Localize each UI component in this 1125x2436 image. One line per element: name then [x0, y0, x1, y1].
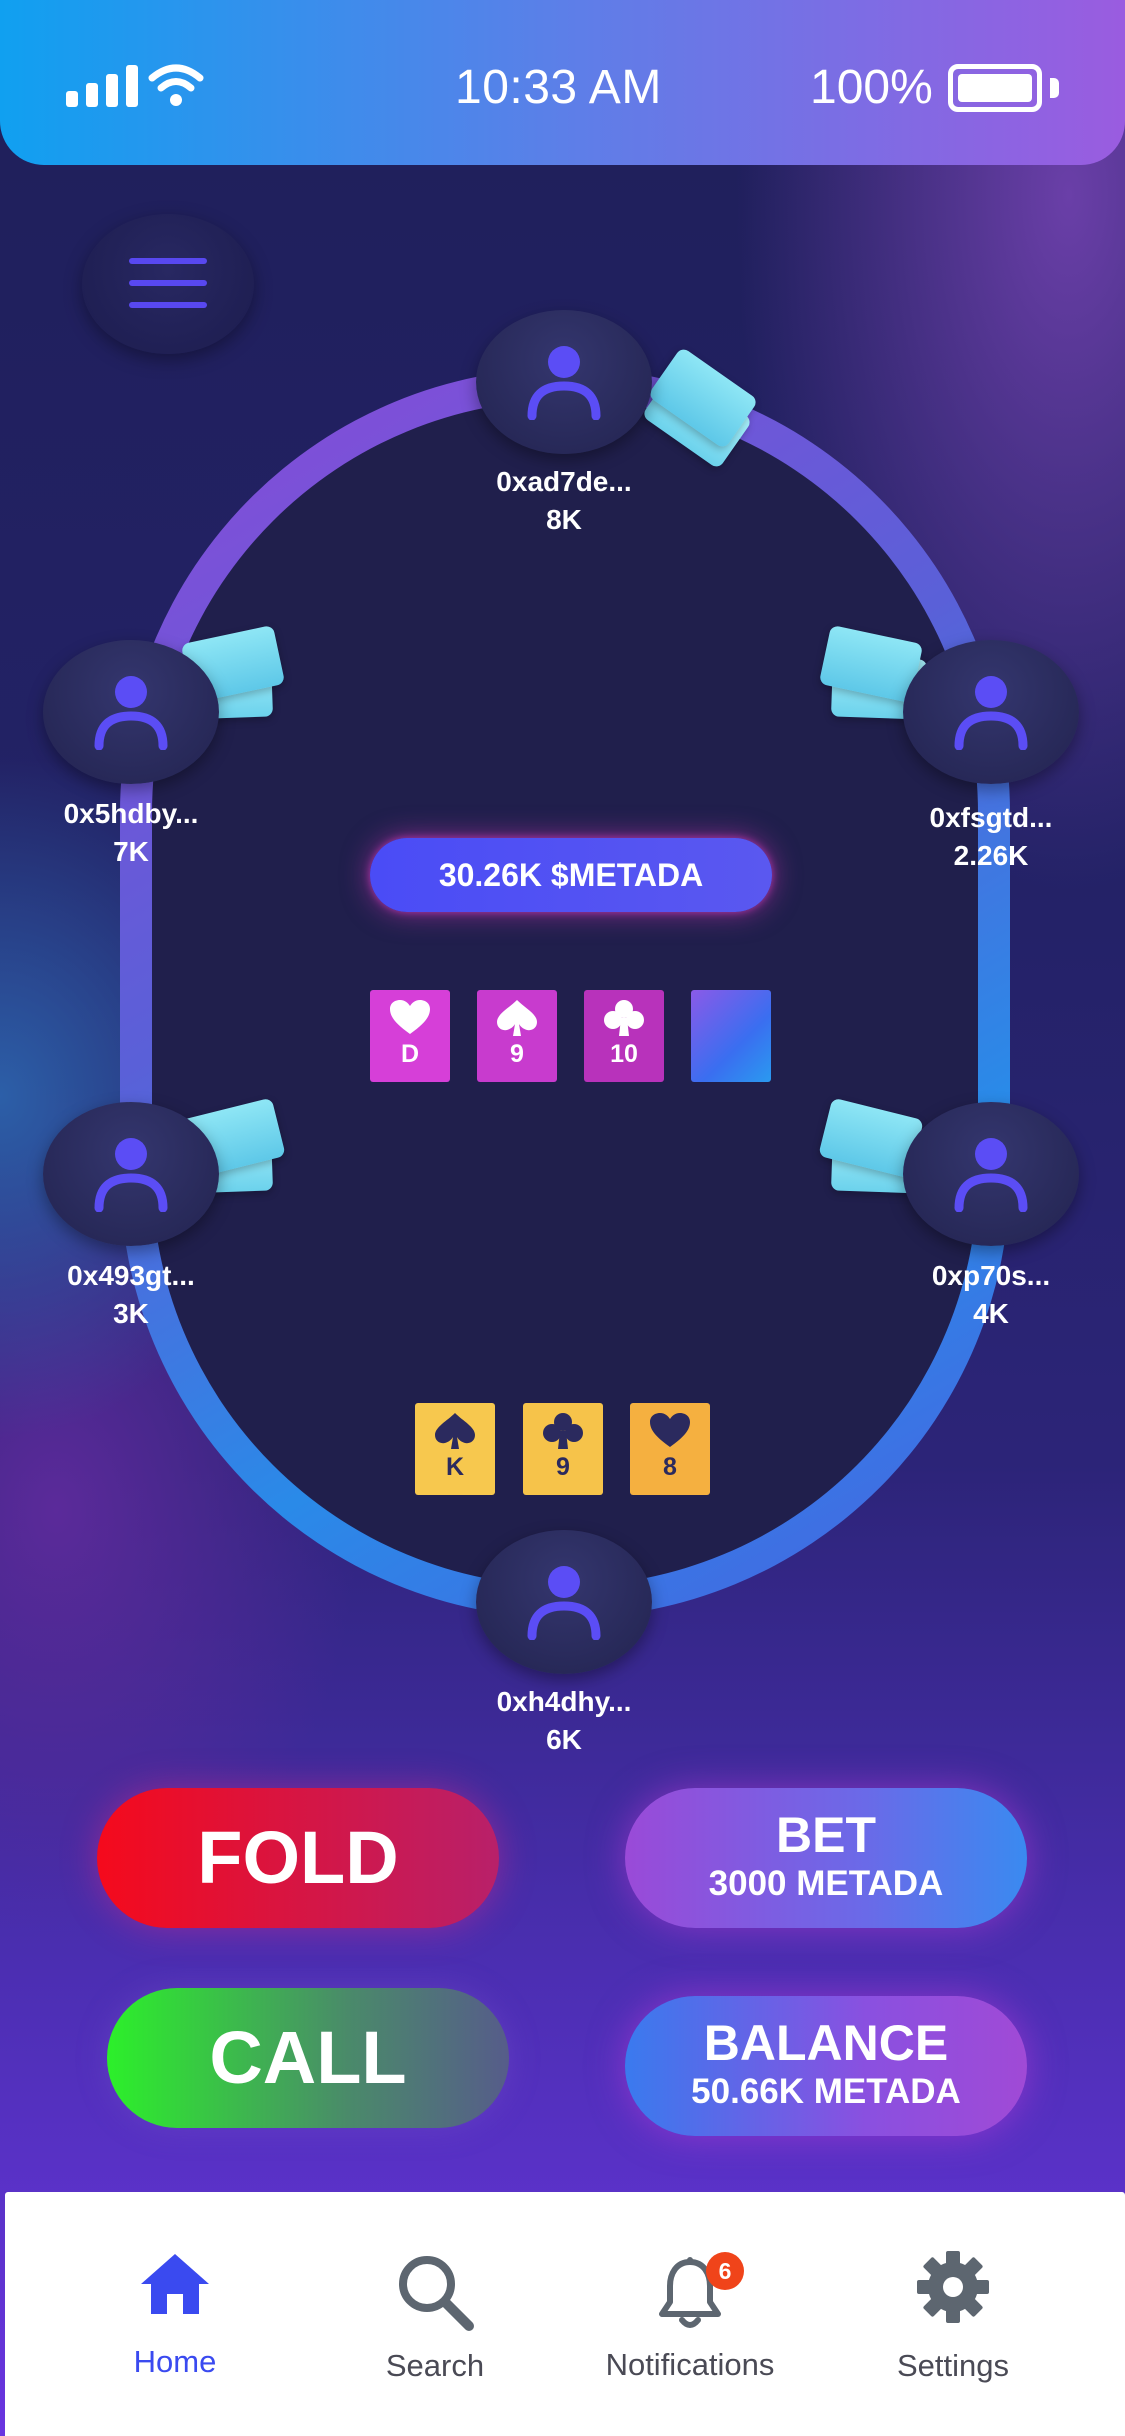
user-icon — [94, 1138, 168, 1212]
community-card: 10 — [584, 990, 664, 1082]
tab-label: Search — [385, 2348, 485, 2383]
status-time: 10:33 AM — [455, 61, 662, 114]
player-name: 0xad7de... — [496, 466, 632, 497]
user-icon — [954, 676, 1028, 750]
player-name: 0xh4dhy... — [496, 1686, 632, 1717]
player-name: 0xp70s... — [931, 1260, 1051, 1291]
battery-tip — [1050, 78, 1059, 98]
tab-label: Home — [133, 2344, 217, 2379]
spade-suit-icon — [497, 1000, 537, 1036]
avatar — [476, 1530, 652, 1674]
hand-card[interactable]: 8 — [630, 1403, 710, 1495]
player-seat-left-upper[interactable]: 0x5hdby... 7K — [43, 640, 219, 867]
card-back — [691, 990, 771, 1082]
player-seat-top[interactable]: 0xad7de... 8K — [476, 310, 652, 535]
card-rank: 8 — [663, 1453, 677, 1481]
home-icon — [141, 2254, 209, 2314]
tab-home[interactable]: Home — [65, 2192, 285, 2436]
player-name: 0xfsgtd... — [929, 802, 1053, 833]
player-chips: 8K — [546, 504, 582, 535]
hamburger-line — [129, 302, 207, 308]
card-rank: 9 — [510, 1040, 524, 1068]
card-rank: D — [400, 1040, 420, 1068]
user-icon — [527, 346, 601, 420]
tab-label: Settings — [896, 2348, 1009, 2383]
card-rank: K — [445, 1453, 465, 1481]
player-chips: 6K — [546, 1724, 582, 1755]
bet-title: BET — [776, 1807, 876, 1863]
tab-search[interactable]: Search — [325, 2192, 545, 2436]
avatar — [43, 640, 219, 784]
tab-settings[interactable]: Settings — [843, 2192, 1063, 2436]
player-seat-left-lower[interactable]: 0x493gt... 3K — [43, 1102, 219, 1329]
fold-button[interactable]: FOLD — [97, 1788, 499, 1928]
player-name: 0x5hdby... — [63, 798, 199, 829]
user-icon — [954, 1138, 1028, 1212]
community-card: 9 — [477, 990, 557, 1082]
balance-title: BALANCE — [703, 2015, 949, 2071]
player-chips: 7K — [113, 836, 149, 867]
avatar — [43, 1102, 219, 1246]
bet-amount: 3000 METADA — [708, 1864, 944, 1903]
bet-button[interactable]: BET 3000 METADA — [625, 1788, 1027, 1928]
club-suit-icon — [604, 1000, 644, 1036]
battery-percent: 100% — [810, 61, 933, 114]
hamburger-line — [129, 280, 207, 286]
card-rank: 10 — [610, 1040, 638, 1068]
user-icon — [94, 676, 168, 750]
balance-amount: 50.66K METADA — [691, 2072, 961, 2111]
call-button[interactable]: CALL — [107, 1988, 509, 2128]
player-seat-right-lower[interactable]: 0xp70s... 4K — [903, 1102, 1079, 1329]
card-rank: 9 — [556, 1453, 570, 1481]
hamburger-menu-icon — [129, 258, 207, 264]
avatar — [476, 310, 652, 454]
club-suit-icon — [543, 1413, 583, 1449]
avatar — [903, 1102, 1079, 1246]
avatar — [903, 640, 1079, 784]
status-bar: 10:33 AM 100% — [0, 0, 1125, 165]
pot-amount: 30.26K $METADA — [370, 838, 772, 912]
tab-notifications[interactable]: 6 Notifications — [580, 2192, 800, 2436]
gear-icon — [917, 2251, 989, 2323]
player-seat-right-upper[interactable]: 0xfsgtd... 2.26K — [903, 640, 1079, 871]
community-card: D — [370, 990, 450, 1082]
notification-badge: 6 — [706, 2252, 744, 2290]
hand-card[interactable]: K — [415, 1403, 495, 1495]
tab-label: Notifications — [605, 2347, 775, 2382]
player-chips: 3K — [113, 1298, 149, 1329]
signal-icon — [66, 65, 138, 107]
player-name: 0x493gt... — [67, 1260, 195, 1291]
menu-button[interactable] — [82, 214, 254, 354]
bottom-tab-bar: Home Search 6 Notifications Settings — [5, 2192, 1125, 2436]
player-chips: 4K — [973, 1298, 1009, 1329]
hand-card[interactable]: 9 — [523, 1403, 603, 1495]
player-seat-bottom[interactable]: 0xh4dhy... 6K — [476, 1530, 652, 1755]
search-icon — [399, 2256, 474, 2331]
user-icon — [527, 1566, 601, 1640]
battery-icon — [948, 64, 1042, 112]
player-chips: 2.26K — [953, 840, 1029, 871]
balance-button[interactable]: BALANCE 50.66K METADA — [625, 1996, 1027, 2136]
wifi-icon — [148, 64, 204, 106]
heart-suit-icon — [390, 1000, 430, 1034]
spade-suit-icon — [435, 1413, 475, 1449]
heart-suit-icon — [650, 1413, 690, 1447]
